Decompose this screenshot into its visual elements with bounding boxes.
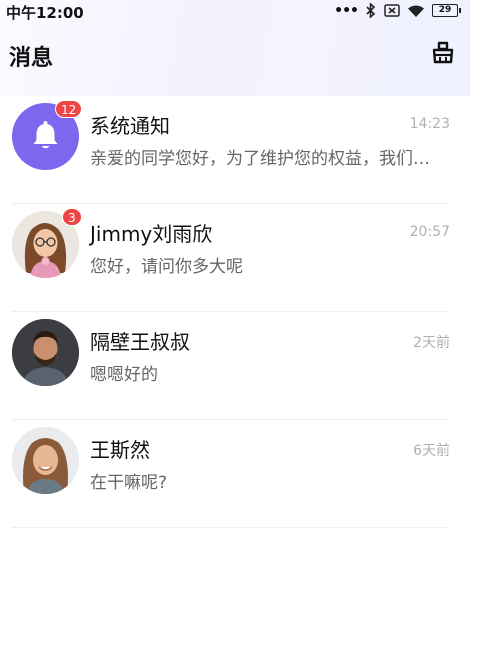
- message-time: 14:23: [409, 116, 450, 132]
- man-beard-avatar-icon: [12, 319, 79, 386]
- message-item-uncle-wang[interactable]: 隔壁王叔叔 2天前 嗯嗯好的: [0, 312, 470, 420]
- more-dots-icon: •••: [334, 2, 359, 19]
- unread-badge: 12: [55, 100, 83, 118]
- contact-name: 系统通知: [90, 114, 170, 138]
- message-time: 2天前: [413, 335, 450, 351]
- broom-icon: [432, 41, 454, 64]
- no-sim-icon: [384, 4, 400, 17]
- message-preview: 亲爱的同学您好，为了维护您的权益，我们…: [90, 149, 430, 169]
- wifi-icon: [408, 5, 424, 17]
- contact-name: Jimmy刘雨欣: [90, 222, 213, 246]
- divider: [12, 527, 450, 528]
- battery-icon: 29: [432, 4, 461, 17]
- message-item-wang-siran[interactable]: 王斯然 6天前 在干嘛呢?: [0, 420, 470, 528]
- status-time: 中午12:00: [6, 4, 84, 22]
- avatar: [12, 319, 79, 386]
- clear-messages-button[interactable]: [430, 40, 456, 66]
- woman-smiling-avatar-icon: [12, 427, 79, 494]
- status-bar: 中午12:00 ••• 29: [0, 0, 470, 22]
- message-time: 6天前: [413, 443, 450, 459]
- message-preview: 在干嘛呢?: [90, 473, 168, 493]
- status-icons: ••• 29: [334, 2, 461, 19]
- page-title: 消息: [9, 46, 54, 71]
- contact-name: 隔壁王叔叔: [90, 330, 190, 354]
- avatar: [12, 427, 79, 494]
- bluetooth-icon: [366, 3, 376, 18]
- message-time: 20:57: [409, 224, 450, 240]
- message-preview: 嗯嗯好的: [90, 365, 158, 385]
- unread-badge: 3: [62, 208, 82, 226]
- contact-name: 王斯然: [90, 438, 150, 462]
- message-item-jimmy[interactable]: 3 Jimmy刘雨欣 20:57 您好，请问你多大呢: [0, 204, 470, 312]
- message-preview: 您好，请问你多大呢: [90, 257, 243, 277]
- message-item-system[interactable]: 12 系统通知 14:23 亲爱的同学您好，为了维护您的权益，我们…: [0, 96, 470, 204]
